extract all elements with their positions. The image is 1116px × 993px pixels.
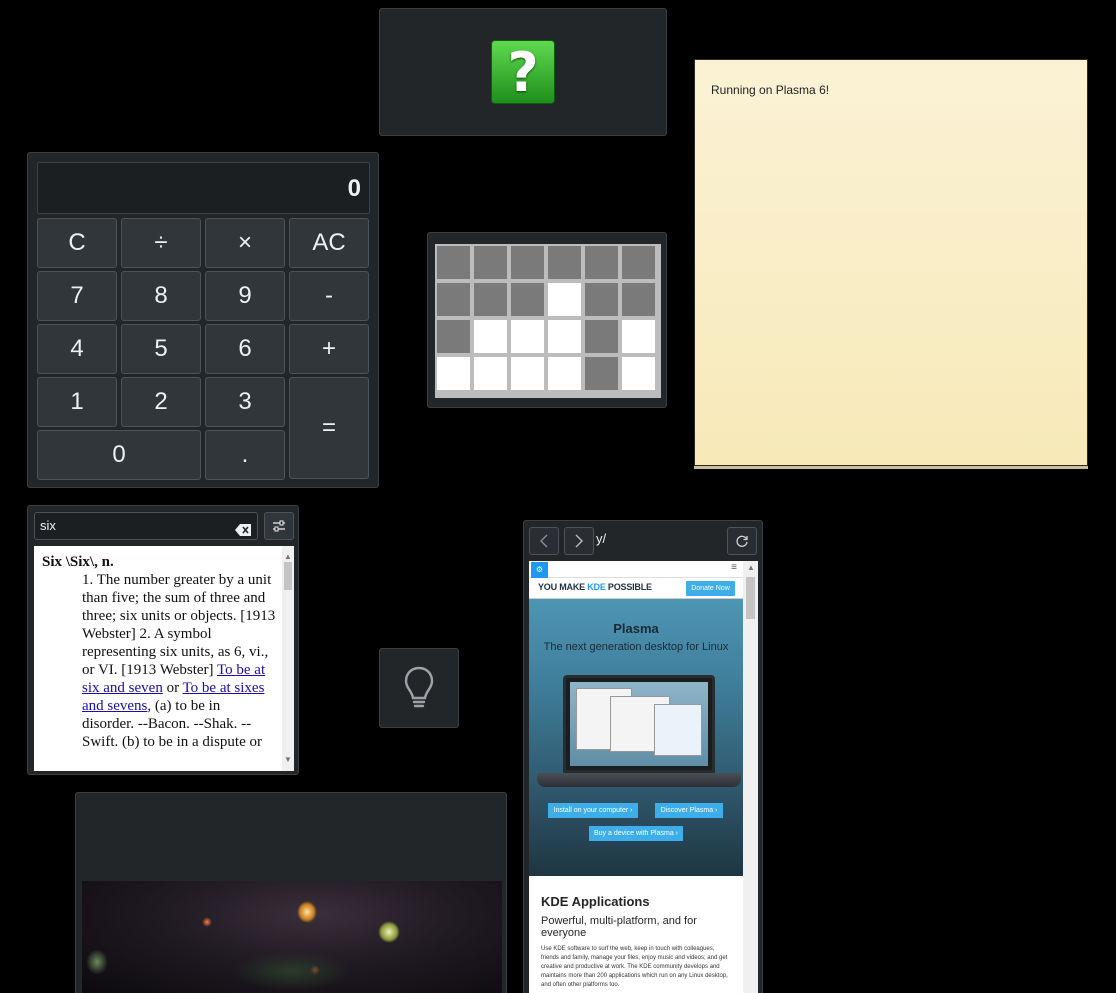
clear-search-icon[interactable] — [235, 519, 251, 545]
puzzle-cell[interactable] — [511, 283, 544, 316]
reload-icon — [736, 535, 748, 547]
puzzle-cell[interactable] — [548, 246, 581, 279]
multiply-button[interactable]: × — [205, 218, 285, 268]
web-scroll-thumb[interactable] — [746, 577, 755, 619]
digit-5-button[interactable]: 5 — [121, 324, 201, 374]
web-scrollbar[interactable]: ▲ — [743, 561, 758, 993]
kde-applications-section: KDE Applications Powerful, multi-platfor… — [529, 876, 743, 993]
headword: Six \Six\, n. — [42, 554, 114, 570]
puzzle-cell[interactable] — [437, 246, 470, 279]
puzzle-board — [435, 244, 661, 398]
puzzle-cell[interactable] — [585, 320, 618, 353]
digit-2-button[interactable]: 2 — [121, 377, 201, 427]
hamburger-menu-icon[interactable]: ≡ — [731, 562, 737, 573]
dictionary-scrollbar[interactable]: ▲ ▼ — [282, 546, 294, 771]
definition-text: 1. The number greater by a unit than fiv… — [82, 572, 276, 750]
kde-nav-bar: ⚙ ≡ — [529, 561, 743, 578]
puzzle-cell[interactable] — [548, 283, 581, 316]
equals-button[interactable]: = — [289, 377, 369, 479]
hero-title: Plasma — [613, 621, 659, 636]
discover-plasma-button[interactable]: Discover Plasma › — [655, 803, 723, 818]
chevron-left-icon — [540, 534, 548, 548]
scroll-thumb[interactable] — [284, 562, 292, 590]
plus-button[interactable]: + — [289, 324, 369, 374]
puzzle-cell[interactable] — [622, 283, 655, 316]
kde-logo-icon[interactable]: ⚙ — [531, 562, 548, 578]
scroll-down-icon[interactable]: ▼ — [284, 751, 292, 769]
help-question-icon[interactable]: ? — [491, 40, 555, 104]
puzzle-cell[interactable] — [585, 246, 618, 279]
puzzle-cell[interactable] — [511, 246, 544, 279]
apps-title: KDE Applications — [541, 894, 650, 909]
calculator-widget: 0 C ÷ × AC 7 8 9 - 4 5 6 + 1 2 3 = 0 . — [27, 152, 379, 488]
search-query: six — [40, 518, 56, 533]
puzzle-cell[interactable] — [585, 283, 618, 316]
digit-7-button[interactable]: 7 — [37, 271, 117, 321]
help-widget: ? — [379, 8, 667, 136]
url-field[interactable]: y/ — [596, 531, 606, 546]
puzzle-cell[interactable] — [622, 357, 655, 390]
sliders-icon — [273, 520, 285, 532]
dictionary-search-input[interactable]: six — [34, 512, 258, 540]
clear-button[interactable]: C — [37, 218, 117, 268]
chevron-right-icon — [575, 534, 583, 548]
scroll-up-icon[interactable]: ▲ — [747, 563, 755, 572]
frame-photo[interactable] — [82, 881, 502, 993]
reload-button[interactable] — [727, 527, 757, 555]
digit-8-button[interactable]: 8 — [121, 271, 201, 321]
puzzle-cell[interactable] — [585, 357, 618, 390]
puzzle-cell[interactable] — [622, 320, 655, 353]
donate-button[interactable]: Donate Now — [686, 581, 735, 596]
puzzle-cell[interactable] — [474, 283, 507, 316]
note-text[interactable]: Running on Plasma 6! — [711, 83, 829, 97]
digit-0-button[interactable]: 0 — [37, 430, 201, 480]
puzzle-widget — [427, 232, 667, 408]
calculator-display: 0 — [37, 162, 370, 214]
install-button[interactable]: Install on your computer › — [548, 803, 638, 818]
digit-4-button[interactable]: 4 — [37, 324, 117, 374]
forward-button[interactable] — [564, 527, 594, 555]
lightbulb-widget[interactable] — [379, 648, 459, 728]
puzzle-cell[interactable] — [511, 357, 544, 390]
web-browser-widget: y/ ⚙ ≡ YOU MAKE KDE POSSIBLE Donate Now … — [523, 520, 763, 993]
puzzle-cell[interactable] — [437, 283, 470, 316]
digit-1-button[interactable]: 1 — [37, 377, 117, 427]
puzzle-cell[interactable] — [548, 320, 581, 353]
hero-subtitle: The next generation desktop for Linux — [543, 641, 729, 653]
apps-subtitle: Powerful, multi-platform, and for everyo… — [541, 915, 697, 939]
puzzle-cell[interactable] — [548, 357, 581, 390]
dictionary-widget: six Six \Six\, n. 1. The number greater … — [27, 505, 299, 775]
lightbulb-icon — [404, 666, 434, 708]
digit-9-button[interactable]: 9 — [205, 271, 285, 321]
puzzle-cell[interactable] — [511, 320, 544, 353]
puzzle-cell[interactable] — [622, 246, 655, 279]
puzzle-cell[interactable] — [474, 320, 507, 353]
decimal-button[interactable]: . — [205, 430, 285, 480]
dictionary-definition: Six \Six\, n. 1. The number greater by a… — [34, 546, 294, 771]
donate-banner: YOU MAKE KDE POSSIBLE Donate Now — [529, 578, 743, 599]
buy-device-button[interactable]: Buy a device with Plasma › — [589, 826, 683, 841]
all-clear-button[interactable]: AC — [289, 218, 369, 268]
digit-3-button[interactable]: 3 — [205, 377, 285, 427]
laptop-image — [563, 675, 715, 773]
dictionary-settings-button[interactable] — [264, 512, 294, 540]
divide-button[interactable]: ÷ — [121, 218, 201, 268]
puzzle-cell[interactable] — [474, 357, 507, 390]
picture-frame-widget — [75, 792, 507, 993]
apps-body: Use KDE software to surf the web, keep i… — [541, 946, 728, 988]
web-page[interactable]: ⚙ ≡ YOU MAKE KDE POSSIBLE Donate Now Pla… — [529, 561, 758, 993]
back-button[interactable] — [529, 527, 559, 555]
digit-6-button[interactable]: 6 — [205, 324, 285, 374]
plasma-hero: Plasma The next generation desktop for L… — [529, 599, 743, 876]
puzzle-cell[interactable] — [437, 357, 470, 390]
tagline: YOU MAKE KDE POSSIBLE — [538, 582, 652, 592]
puzzle-cell[interactable] — [474, 246, 507, 279]
sticky-note-widget[interactable]: Running on Plasma 6! — [694, 59, 1088, 469]
minus-button[interactable]: - — [289, 271, 369, 321]
puzzle-cell[interactable] — [437, 320, 470, 353]
